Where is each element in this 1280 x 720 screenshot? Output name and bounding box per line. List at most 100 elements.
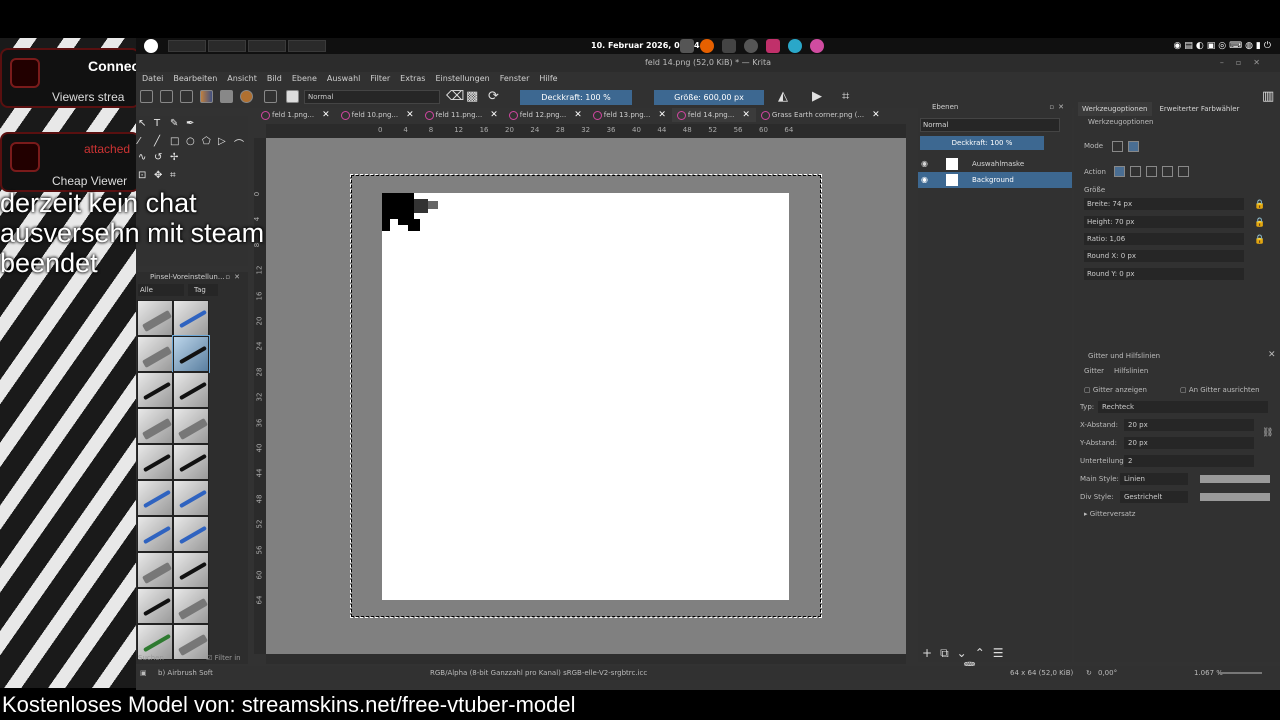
preset-pencil-2[interactable]: [173, 408, 209, 444]
menu-item[interactable]: Bild: [267, 72, 282, 86]
app-icon[interactable]: [766, 39, 780, 53]
blend-mode-select[interactable]: Normal: [304, 90, 440, 104]
brush-tool-icon[interactable]: ⁄: [138, 136, 140, 147]
document-tab[interactable]: feld 11.png... ✕: [420, 108, 504, 122]
round-x-field[interactable]: Round X: 0 px: [1084, 250, 1244, 262]
main-style-select[interactable]: Linien: [1120, 473, 1188, 485]
brush-preset-icon[interactable]: [286, 90, 299, 103]
select-shapes-icon[interactable]: ↖: [138, 118, 146, 129]
show-grid-checkbox[interactable]: ▢ Gitter anzeigen: [1084, 386, 1147, 394]
mirror-vertical-icon[interactable]: ▶: [812, 89, 822, 104]
document-tab[interactable]: feld 10.png... ✕: [336, 108, 420, 122]
preset-fineliner[interactable]: [137, 480, 173, 516]
ratio-field[interactable]: Ratio: 1,06: [1084, 233, 1244, 245]
obs-icon[interactable]: [744, 39, 758, 53]
visibility-icon[interactable]: ◉: [921, 156, 928, 172]
preset-airbrush-soft[interactable]: [172, 335, 210, 373]
duplicate-layer-icon[interactable]: ⧉: [940, 646, 957, 660]
menu-item[interactable]: Ansicht: [227, 72, 257, 86]
preset-marker[interactable]: [137, 444, 173, 480]
preset-sketch-2[interactable]: [173, 552, 209, 588]
width-field[interactable]: Breite: 74 px: [1084, 198, 1244, 210]
bezier-tool-icon[interactable]: ⌒: [234, 136, 244, 151]
layer-properties-icon[interactable]: ☰: [993, 646, 1012, 660]
move-down-icon[interactable]: ⌄: [957, 646, 975, 660]
polyline-tool-icon[interactable]: ▷: [218, 136, 226, 147]
lock-icon[interactable]: 🔒: [1254, 235, 1265, 245]
multibrush-icon[interactable]: ✢: [170, 152, 178, 163]
move-tool-icon[interactable]: ✥: [154, 170, 162, 181]
new-document-icon[interactable]: [140, 90, 153, 103]
rectangle-tool-icon[interactable]: □: [170, 136, 179, 147]
preset-ink[interactable]: [137, 372, 173, 408]
link-spacing-icon[interactable]: ⛓: [1262, 428, 1273, 438]
tab-tool-options[interactable]: Werkzeugoptionen: [1078, 102, 1152, 116]
lock-icon[interactable]: 🔒: [1254, 200, 1265, 210]
close-tab-icon[interactable]: ✕: [322, 110, 330, 120]
snap-grid-checkbox[interactable]: ▢ An Gitter ausrichten: [1180, 386, 1260, 394]
docker-controls[interactable]: ▫✕: [1049, 102, 1068, 113]
document-tab[interactable]: feld 12.png... ✕: [504, 108, 588, 122]
zoom-slider[interactable]: [1218, 672, 1262, 674]
preset-sketch[interactable]: [137, 552, 173, 588]
window-controls[interactable]: –▫✕: [1220, 54, 1272, 72]
text-tool-icon[interactable]: T: [154, 118, 160, 129]
brush-settings-icon[interactable]: [264, 90, 277, 103]
line-tool-icon[interactable]: ╱: [154, 136, 160, 147]
preset-gel-pen-2[interactable]: [173, 516, 209, 552]
close-tab-icon[interactable]: ✕: [742, 110, 750, 120]
layer-blend-select[interactable]: Normal: [920, 118, 1060, 132]
mail-icon[interactable]: [722, 39, 736, 53]
menu-item[interactable]: Ebene: [292, 72, 317, 86]
document-tab[interactable]: Grass Earth corner.png (... ✕: [756, 108, 886, 122]
close-icon[interactable]: ✕: [1268, 350, 1276, 360]
crop-icon[interactable]: ⌗: [842, 89, 849, 104]
polygon-tool-icon[interactable]: ⬠: [202, 136, 211, 147]
rotation-icon[interactable]: ↻: [1086, 666, 1092, 680]
alpha-lock-icon[interactable]: ▩: [466, 89, 478, 104]
grid-type-select[interactable]: Rechteck: [1098, 401, 1268, 413]
workspace-4[interactable]: [288, 40, 326, 52]
preset-marker-2[interactable]: [173, 444, 209, 480]
size-slider[interactable]: Größe: 600,00 px: [654, 90, 764, 105]
menu-item[interactable]: Extras: [400, 72, 425, 86]
system-tray[interactable]: ◉▤◐▣◎⌨◍▮⏻: [1174, 41, 1274, 51]
document-tab[interactable]: feld 14.png... ✕: [671, 108, 756, 122]
menu-item[interactable]: Datei: [142, 72, 163, 86]
preset-blue-pen[interactable]: [173, 300, 209, 336]
preset-airbrush[interactable]: [137, 336, 173, 372]
app-icon[interactable]: [788, 39, 802, 53]
brush-preset-icon[interactable]: ▣: [140, 666, 147, 680]
menu-item[interactable]: Hilfe: [539, 72, 557, 86]
preset-charcoal-2[interactable]: [173, 588, 209, 624]
preset-search-input[interactable]: Suchen: [138, 654, 164, 662]
subdivision-field[interactable]: 2: [1124, 455, 1254, 467]
div-style-select[interactable]: Gestrichelt: [1120, 491, 1188, 503]
mirror-horizontal-icon[interactable]: ◭: [778, 89, 788, 104]
crop-tool-icon[interactable]: ⌗: [170, 170, 176, 181]
krita-icon[interactable]: [810, 39, 824, 53]
menu-item[interactable]: Einstellungen: [435, 72, 489, 86]
preset-filter-select[interactable]: Alle: [138, 284, 184, 296]
launcher-icon[interactable]: [144, 39, 158, 53]
workspace-3[interactable]: [248, 40, 286, 52]
action-subtract-button[interactable]: [1162, 166, 1173, 177]
action-replace-button[interactable]: [1114, 166, 1125, 177]
add-layer-icon[interactable]: +: [922, 646, 940, 660]
preset-ink-2[interactable]: [173, 372, 209, 408]
ellipse-tool-icon[interactable]: ○: [186, 136, 195, 147]
workspace-1[interactable]: [168, 40, 206, 52]
opacity-slider[interactable]: Deckkraft: 100 %: [520, 90, 632, 105]
close-tab-icon[interactable]: ✕: [406, 110, 414, 120]
action-intersect-button[interactable]: [1130, 166, 1141, 177]
close-tab-icon[interactable]: ✕: [658, 110, 666, 120]
grid-offset-toggle[interactable]: ▸ Gitterversatz: [1084, 510, 1135, 518]
layer-row[interactable]: ◉ Auswahlmaske: [918, 156, 1072, 172]
app-icon[interactable]: [680, 39, 694, 53]
preset-pencil[interactable]: [137, 408, 173, 444]
document-tab[interactable]: feld 13.png... ✕: [588, 108, 672, 122]
reload-icon[interactable]: ⟳: [488, 89, 499, 104]
dynamic-brush-icon[interactable]: ↺: [154, 152, 162, 163]
tab-grid[interactable]: Gitter: [1084, 367, 1104, 375]
preset-tag-select[interactable]: Tag: [188, 284, 218, 296]
